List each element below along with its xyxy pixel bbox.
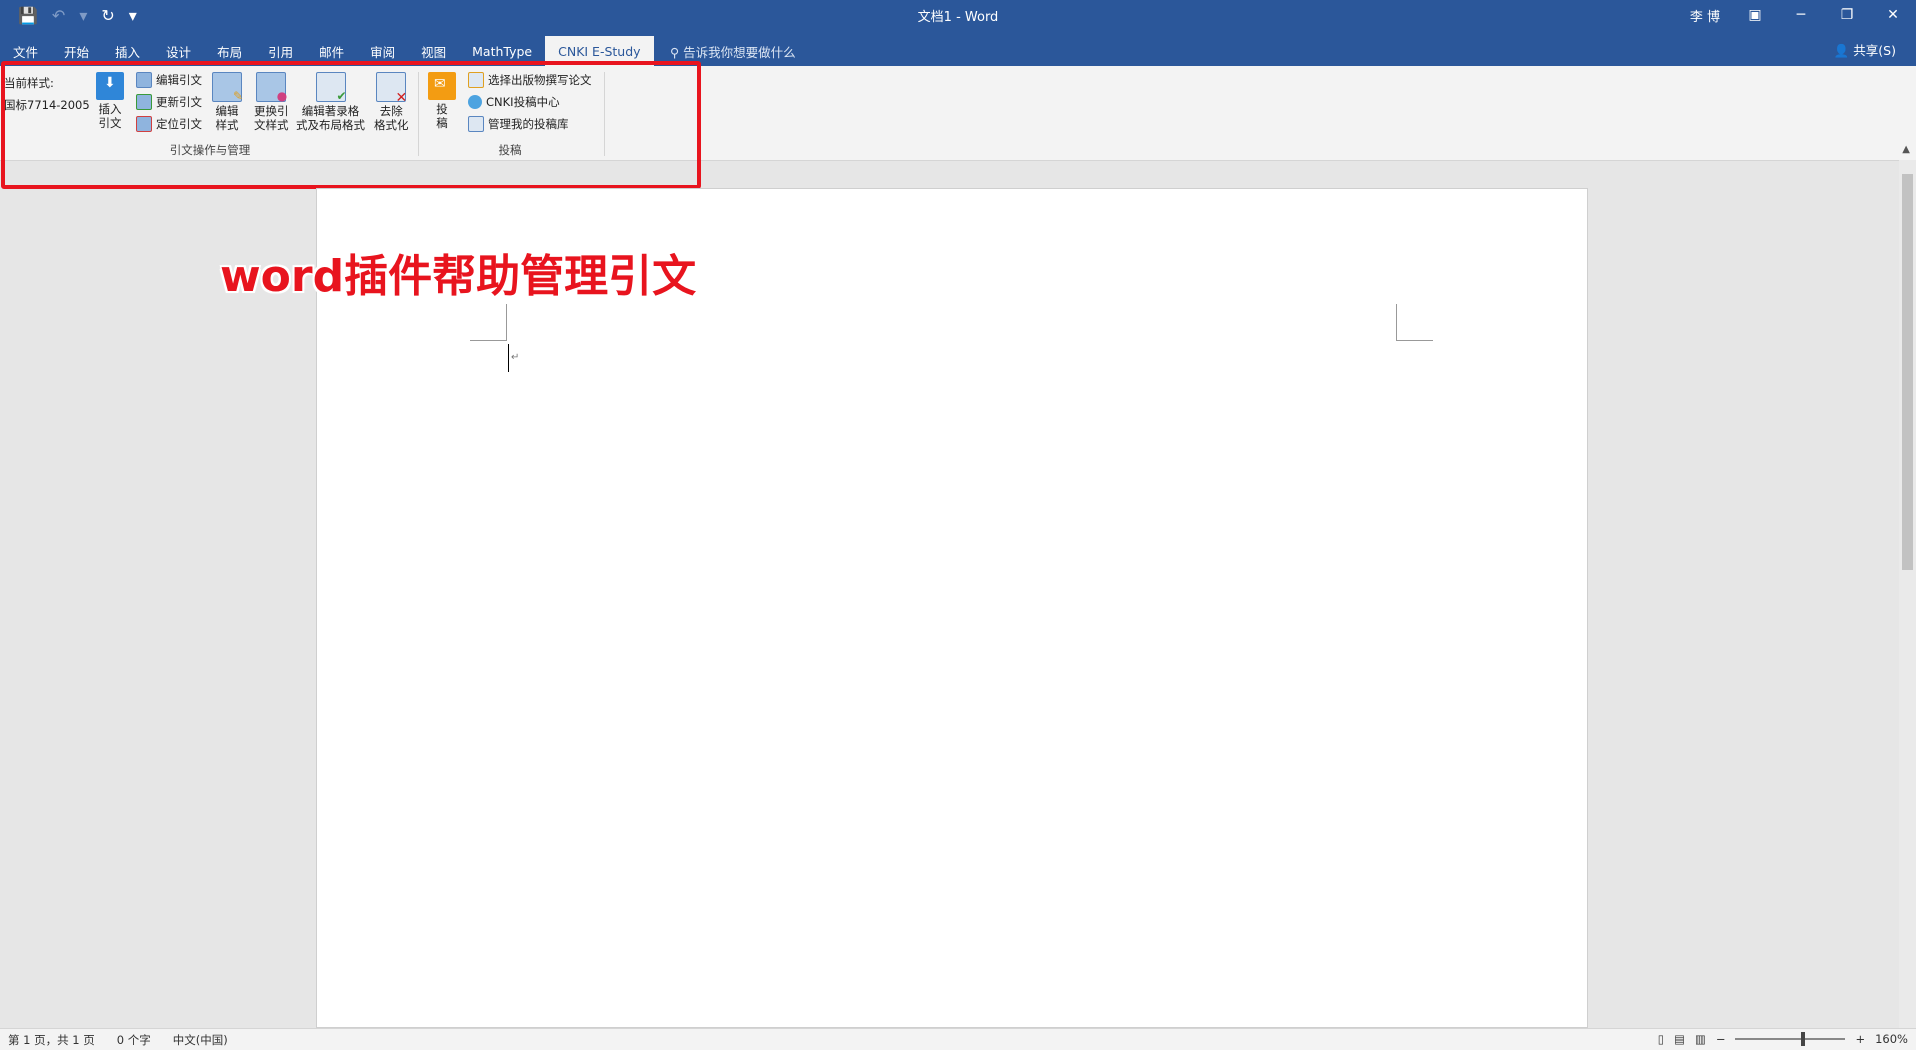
vertical-scrollbar[interactable]: [1899, 160, 1916, 1028]
margin-corner-right: [1396, 304, 1433, 341]
tell-me-search[interactable]: ⚲ 告诉我你想要做什么: [670, 42, 796, 61]
zoom-slider[interactable]: [1735, 1032, 1846, 1046]
close-icon[interactable]: ✕: [1870, 0, 1916, 30]
search-icon: ⚲: [670, 45, 684, 60]
highlight-box: [1, 61, 701, 189]
scrollbar-thumb[interactable]: [1902, 174, 1913, 570]
paragraph-mark: ↵: [511, 352, 520, 363]
ribbon-display-options-icon[interactable]: ▣: [1732, 0, 1778, 30]
zoom-out-icon[interactable]: −: [1716, 1032, 1726, 1046]
zoom-in-icon[interactable]: +: [1855, 1032, 1865, 1046]
text-cursor: [508, 344, 509, 372]
minimize-icon[interactable]: ─: [1778, 0, 1824, 30]
status-bar: 第 1 页，共 1 页 0 个字 中文(中国) ▯ ▤ ▥ − + 160%: [0, 1028, 1916, 1050]
annotation-text: word插件帮助管理引文: [220, 251, 697, 302]
page-count[interactable]: 第 1 页，共 1 页: [8, 1032, 95, 1048]
collapse-ribbon-icon[interactable]: ▲: [1902, 144, 1910, 155]
person-icon: 👤: [1833, 43, 1854, 58]
word-count[interactable]: 0 个字: [117, 1032, 151, 1048]
read-mode-icon[interactable]: ▯: [1658, 1032, 1664, 1046]
zoom-slider-knob[interactable]: [1801, 1032, 1806, 1046]
language[interactable]: 中文(中国): [173, 1032, 228, 1048]
title-bar: 💾 ↶ ▾ ↻ ▾ 文档1 - Word 李 博 ▣ ─ ❐ ✕ 文件 开始 插…: [0, 0, 1916, 66]
restore-icon[interactable]: ❐: [1824, 0, 1870, 30]
window-title: 文档1 - Word: [917, 10, 999, 25]
tell-me-text: 告诉我你想要做什么: [683, 45, 796, 60]
share-label: 共享(S): [1853, 43, 1896, 58]
zoom-area: ▯ ▤ ▥ − + 160%: [1658, 1032, 1908, 1046]
share-button[interactable]: 👤 共享(S): [1834, 40, 1896, 59]
user-name[interactable]: 李 博: [1690, 6, 1720, 25]
print-layout-icon[interactable]: ▤: [1674, 1032, 1685, 1046]
zoom-level[interactable]: 160%: [1875, 1032, 1908, 1046]
web-layout-icon[interactable]: ▥: [1695, 1032, 1706, 1046]
window-controls: ▣ ─ ❐ ✕: [1732, 0, 1916, 30]
margin-corner-left: [470, 304, 507, 341]
